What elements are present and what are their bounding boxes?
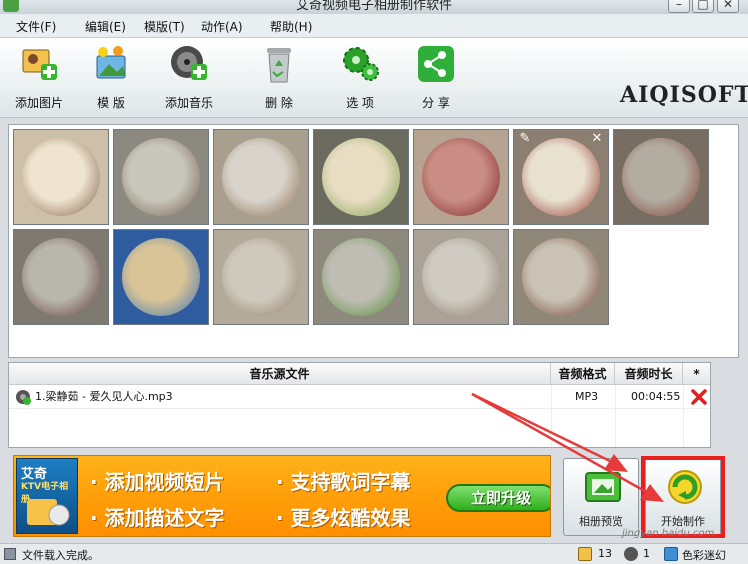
photo-count-icon	[578, 547, 592, 561]
arrow-line-to-preview	[471, 392, 613, 464]
music-count-icon	[624, 547, 638, 561]
theme-name: 色彩迷幻	[682, 549, 726, 562]
status-bar: 文件载入完成。 13 1 色彩迷幻	[0, 543, 748, 564]
watermark-text: jingyan.baidu.com	[622, 528, 715, 539]
music-count: 1	[643, 547, 650, 560]
photo-count: 13	[598, 547, 612, 560]
status-message: 文件载入完成。	[22, 549, 99, 562]
theme-icon	[664, 547, 678, 561]
annotation-arrows	[471, 392, 664, 502]
arrow-head-start	[640, 484, 664, 502]
arrow-line-to-start	[471, 392, 651, 496]
status-icon	[4, 548, 16, 560]
